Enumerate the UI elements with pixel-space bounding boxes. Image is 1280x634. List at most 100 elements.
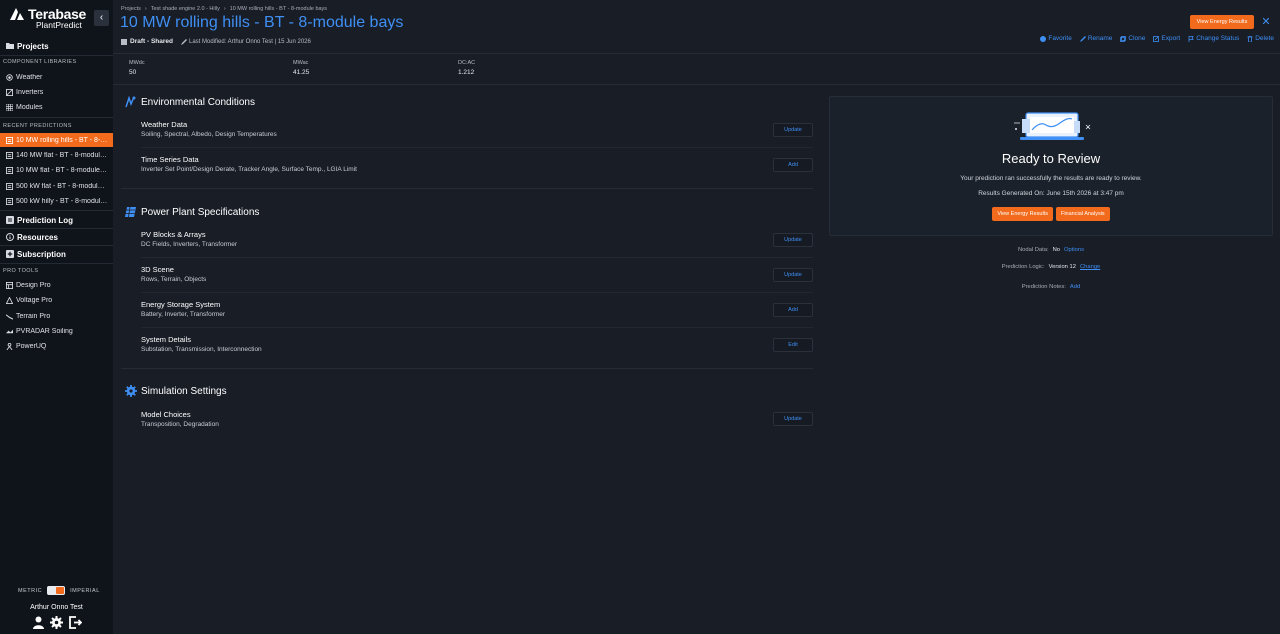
recent-prediction-item[interactable]: 140 MW flat - BT - 8-module ... bbox=[0, 148, 113, 162]
unit-toggle[interactable] bbox=[47, 586, 66, 595]
change-status-label: Change Status bbox=[1196, 35, 1240, 42]
nav-design-pro[interactable]: Design Pro bbox=[0, 278, 113, 292]
model-choices-update-button[interactable]: Update bbox=[773, 412, 813, 426]
stat-dcac: DC:AC 1.212 bbox=[458, 60, 475, 76]
nav-projects[interactable]: Projects bbox=[0, 38, 113, 54]
nav-resources[interactable]: Resources bbox=[0, 229, 113, 245]
export-icon bbox=[1153, 35, 1160, 42]
status-badge[interactable]: Draft - Shared bbox=[121, 38, 173, 45]
gear-icon[interactable] bbox=[50, 616, 63, 629]
logo[interactable]: Terabase PlantPredict bbox=[10, 6, 90, 30]
weather-data-update-button[interactable]: Update bbox=[773, 123, 813, 137]
page-title: 10 MW rolling hills - BT - 8-module bays bbox=[120, 14, 404, 31]
document-icon bbox=[6, 197, 13, 205]
row-weather-data: Weather Data Soiling, Spectral, Albedo, … bbox=[141, 120, 813, 138]
results-generated: Results Generated On: June 15th 2026 at … bbox=[978, 190, 1124, 197]
row-description: Inverter Set Point/Design Derate, Tracke… bbox=[141, 166, 357, 173]
section-simulation-settings: Simulation Settings bbox=[125, 385, 227, 397]
breadcrumb-projects[interactable]: Projects bbox=[121, 6, 141, 12]
close-icon[interactable]: ✕ bbox=[1260, 15, 1272, 29]
prediction-logic-value: Version 12 bbox=[1048, 264, 1076, 270]
review-message: Your prediction ran successfully the res… bbox=[960, 175, 1142, 182]
row-time-series-data: Time Series Data Inverter Set Point/Desi… bbox=[141, 155, 813, 173]
stat-value: 1.212 bbox=[458, 69, 475, 76]
nav-modules[interactable]: Modules bbox=[0, 100, 113, 114]
clone-label: Clone bbox=[1128, 35, 1146, 42]
energy-storage-add-button[interactable]: Add bbox=[773, 303, 813, 317]
nav-projects-label: Projects bbox=[17, 41, 49, 51]
divider bbox=[141, 147, 813, 148]
recent-prediction-label: 500 kW flat - BT - 8-module ... bbox=[16, 182, 108, 190]
nav-poweruq[interactable]: PowerUQ bbox=[0, 339, 113, 353]
document-icon bbox=[6, 136, 13, 144]
recent-prediction-item[interactable]: 500 kW flat - BT - 8-module ... bbox=[0, 179, 113, 193]
row-system-details: System Details Substation, Transmission,… bbox=[141, 335, 813, 353]
3d-scene-update-button[interactable]: Update bbox=[773, 268, 813, 282]
document-icon bbox=[6, 151, 13, 159]
recent-predictions-heading: RECENT PREDICTIONS bbox=[3, 123, 72, 129]
delete-button[interactable]: Delete bbox=[1247, 35, 1274, 42]
rename-label: Rename bbox=[1087, 35, 1113, 42]
terabase-logo-icon bbox=[10, 8, 24, 20]
row-title: Model Choices bbox=[141, 410, 191, 419]
row-description: Transposition, Degradation bbox=[141, 421, 219, 428]
prediction-notes-label: Prediction Notes: bbox=[1021, 284, 1066, 290]
stat-label: DC:AC bbox=[458, 60, 476, 66]
grid-icon bbox=[6, 103, 13, 111]
section-title: Simulation Settings bbox=[141, 385, 227, 397]
nav-weather[interactable]: Weather bbox=[0, 70, 113, 84]
view-energy-results-button[interactable]: View Energy Results bbox=[1190, 15, 1254, 29]
system-details-edit-button[interactable]: Edit bbox=[773, 338, 813, 352]
nav-subscription[interactable]: Subscription bbox=[0, 246, 113, 262]
nav-voltage-pro[interactable]: Voltage Pro bbox=[0, 293, 113, 307]
nav-poweruq-label: PowerUQ bbox=[16, 342, 47, 350]
divider bbox=[0, 55, 113, 56]
collapse-sidebar-button[interactable]: ‹ bbox=[94, 10, 109, 26]
review-buttons: View Energy Results Financial Analysis bbox=[830, 207, 1272, 221]
prediction-logic-line: Prediction Logic: Version 12 Change bbox=[829, 264, 1273, 270]
divider bbox=[0, 210, 113, 211]
nodal-options-link[interactable]: Options bbox=[1064, 247, 1084, 253]
document-icon bbox=[6, 166, 13, 174]
favorite-button[interactable]: Favorite bbox=[1040, 35, 1072, 42]
recent-prediction-label: 500 kW hilly - BT - 8-module... bbox=[16, 197, 108, 205]
last-modified: Last Modified: Arthur Onno Test | 15 Jun… bbox=[188, 38, 311, 45]
pencil-icon bbox=[180, 38, 187, 45]
sidebar: Terabase PlantPredict ‹ Projects COMPONE… bbox=[0, 0, 113, 634]
row-energy-storage: Energy Storage System Battery, Inverter,… bbox=[141, 300, 813, 318]
view-energy-results-button[interactable]: View Energy Results bbox=[992, 207, 1053, 221]
prediction-logic-change-link[interactable]: Change bbox=[1080, 264, 1100, 270]
stat-label: MWdc bbox=[129, 60, 145, 66]
nodal-data-label: Nodal Data: bbox=[1017, 247, 1049, 253]
recent-prediction-item[interactable]: 10 MW rolling hills - BT - 8-m... bbox=[0, 133, 113, 147]
clone-button[interactable]: Clone bbox=[1120, 35, 1145, 42]
plus-square-icon bbox=[6, 250, 14, 258]
main-content: Projects › Test shade engine 2.0 - Hilly… bbox=[113, 0, 1280, 634]
recent-prediction-item[interactable]: 500 kW hilly - BT - 8-module... bbox=[0, 194, 113, 208]
rename-button[interactable]: Rename bbox=[1079, 35, 1113, 42]
nav-prediction-log[interactable]: Prediction Log bbox=[0, 212, 113, 228]
row-title: 3D Scene bbox=[141, 265, 174, 274]
breadcrumb-project[interactable]: Test shade engine 2.0 - Hilly bbox=[151, 6, 220, 12]
prediction-logic-label: Prediction Logic: bbox=[1001, 264, 1045, 270]
pv-blocks-update-button[interactable]: Update bbox=[773, 233, 813, 247]
chevron-left-icon: ‹ bbox=[99, 12, 104, 23]
nav-terrain-pro[interactable]: Terrain Pro bbox=[0, 309, 113, 323]
user-icon[interactable] bbox=[33, 616, 44, 629]
nav-prediction-log-label: Prediction Log bbox=[17, 215, 73, 225]
recent-prediction-item[interactable]: 10 MW flat - BT - 8-module b... bbox=[0, 163, 113, 177]
flag-icon bbox=[1188, 35, 1194, 42]
export-button[interactable]: Export bbox=[1153, 35, 1180, 42]
triangle-icon bbox=[6, 296, 13, 304]
logout-icon[interactable] bbox=[69, 616, 82, 629]
nav-pvradar-soiling[interactable]: PVRADAR Soiling bbox=[0, 324, 113, 338]
nav-weather-label: Weather bbox=[16, 73, 43, 81]
row-model-choices: Model Choices Transposition, Degradation… bbox=[141, 410, 813, 428]
nav-inverters[interactable]: Inverters bbox=[0, 85, 113, 99]
change-status-button[interactable]: Change Status bbox=[1188, 35, 1239, 42]
financial-analysis-button[interactable]: Financial Analysis bbox=[1055, 207, 1110, 221]
time-series-add-button[interactable]: Add bbox=[773, 158, 813, 172]
prediction-notes-add-link[interactable]: Add bbox=[1070, 284, 1080, 290]
row-description: Substation, Transmission, Interconnectio… bbox=[141, 346, 262, 353]
row-title: Energy Storage System bbox=[141, 300, 221, 309]
